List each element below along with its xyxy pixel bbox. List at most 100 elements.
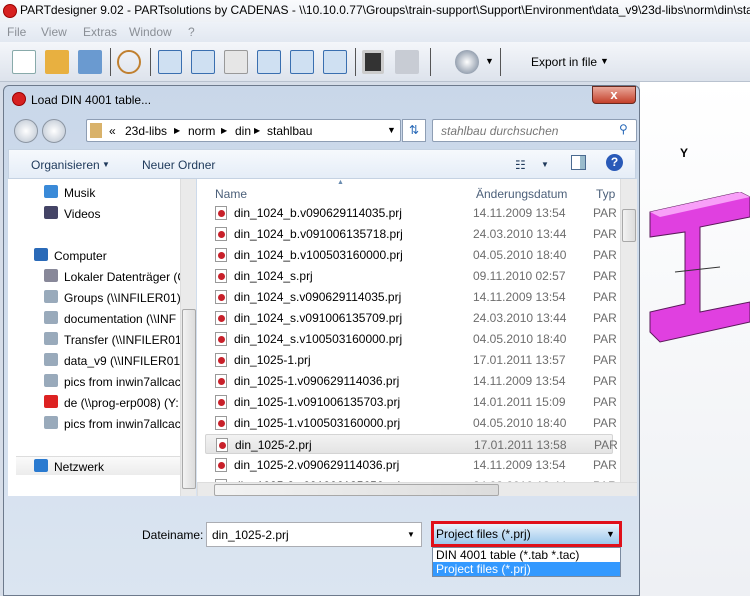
file-row[interactable]: din_1024_b.v090629114035.prj 14.11.2009 1…	[205, 203, 617, 223]
file-row[interactable]: din_1024_s.v090629114035.prj 14.11.2009 1…	[205, 287, 617, 307]
nav-item[interactable]: Videos	[8, 204, 183, 223]
column-header-date[interactable]: Änderungsdatum	[476, 187, 567, 201]
nav-item[interactable]: pics from inwin7allcac	[8, 372, 183, 391]
file-row[interactable]: din_1024_b.v100503160000.prj 04.05.2010 1…	[205, 245, 617, 265]
nav-item-label: Musik	[64, 186, 96, 200]
menu-help[interactable]: ?	[188, 25, 195, 39]
file-name: din_1024_s.prj	[234, 269, 313, 283]
chevron-down-icon[interactable]: ▼	[541, 160, 549, 169]
toolbar: ▼ Export in file ▼	[0, 42, 750, 82]
column-header-type[interactable]: Typ	[596, 187, 615, 201]
file-row[interactable]: din_1025-1.v090629114036.prj 14.11.2009 1…	[205, 371, 617, 391]
file-type-option-din-table[interactable]: DIN 4001 table (*.tab *.tac)	[433, 548, 620, 562]
file-type-select[interactable]: Project files (*.prj) ▼	[431, 521, 622, 547]
file-row[interactable]: din_1025-1.v091006135703.prj 14.01.2011 1…	[205, 392, 617, 412]
new-file-icon[interactable]	[12, 50, 36, 74]
column-header-name[interactable]: Name	[215, 187, 247, 201]
menu-extras[interactable]: Extras	[83, 25, 117, 39]
load-table-dialog: Load DIN 4001 table... x « 23d-libs ▶ no…	[3, 85, 640, 596]
traffic-light-icon[interactable]	[362, 50, 384, 74]
file-row[interactable]: din_1024_s.v100503160000.prj 04.05.2010 1…	[205, 329, 617, 349]
nav-item[interactable]: Musik	[8, 183, 183, 202]
chevron-down-icon[interactable]: ▼	[485, 56, 494, 66]
variable-icon[interactable]	[323, 50, 347, 74]
file-row[interactable]: din_1024_s.v091006135709.prj 24.03.2010 1…	[205, 308, 617, 328]
nav-item[interactable]: Computer	[8, 246, 183, 265]
menu-view[interactable]: View	[41, 25, 67, 39]
nav-item[interactable]: Lokaler Datenträger (C	[8, 267, 187, 286]
breadcrumb-stahlbau[interactable]: stahlbau	[267, 124, 312, 138]
forward-button[interactable]	[42, 119, 66, 143]
file-row[interactable]: din_1024_s.prj 09.11.2010 02:57 PAR	[205, 266, 617, 286]
menu-bar: File View Extras Window ?	[0, 22, 750, 42]
filename-input[interactable]: din_1025-2.prj ▼	[206, 522, 422, 547]
nav-item-label: Lokaler Datenträger (C	[64, 270, 187, 284]
file-type: PAR	[593, 416, 617, 430]
open-folder-icon[interactable]	[45, 50, 69, 74]
nav-scrollbar-thumb[interactable]	[182, 309, 196, 489]
nav-item[interactable]: data_v9 (\\INFILER01\	[8, 351, 183, 370]
help-icon[interactable]: ?	[606, 154, 623, 171]
chevron-down-icon[interactable]: ▼	[606, 529, 615, 539]
file-list: ▲ Name Änderungsdatum Typ din_1024_b.v09…	[197, 179, 637, 496]
chevron-down-icon[interactable]: ▼	[600, 56, 609, 66]
file-name: din_1025-1.v090629114036.prj	[234, 374, 400, 388]
file-date: 14.11.2009 13:54	[473, 290, 566, 304]
refresh-icon[interactable]: ⇅	[402, 119, 426, 142]
chevron-down-icon[interactable]: ▼	[387, 125, 396, 135]
bolt-icon[interactable]	[191, 50, 215, 74]
file-name: din_1024_s.v091006135709.prj	[234, 311, 403, 325]
breadcrumb-din[interactable]: din	[235, 124, 251, 138]
nav-item[interactable]: documentation (\\INF	[8, 309, 183, 328]
computer-icon	[34, 248, 48, 261]
nav-item[interactable]: pics from inwin7allcac	[8, 414, 183, 433]
file-row[interactable]: din_1024_b.v091006135718.prj 24.03.2010 1…	[205, 224, 617, 244]
menu-file[interactable]: File	[7, 25, 26, 39]
file-name: din_1025-2.prj	[235, 438, 312, 452]
address-bar[interactable]: « 23d-libs ▶ norm ▶ din ▶ stahlbau ▼	[86, 119, 401, 142]
file-list-vertical-scrollbar[interactable]	[620, 179, 637, 482]
file-row[interactable]: din_1025-2.prj 17.01.2011 13:58 PAR	[205, 434, 618, 454]
nav-item[interactable]: Transfer (\\INFILER01)	[8, 330, 186, 349]
file-type-option-project[interactable]: Project files (*.prj)	[433, 562, 620, 576]
horizontal-scrollbar-thumb[interactable]	[214, 484, 499, 496]
search-icon[interactable]: ⚲	[619, 122, 628, 136]
prj-file-icon	[215, 269, 227, 283]
3d-viewport[interactable]: Y	[640, 82, 750, 596]
file-row[interactable]: din_1025-1.v100503160000.prj 04.05.2010 1…	[205, 413, 617, 433]
breadcrumb-overflow[interactable]: «	[109, 124, 116, 138]
chevron-down-icon[interactable]: ▼	[102, 160, 110, 169]
glasses-icon[interactable]	[395, 50, 419, 74]
geometry-icon[interactable]	[224, 50, 248, 74]
chevron-down-icon[interactable]: ▼	[407, 530, 415, 539]
view-options-icon[interactable]: ☷	[515, 158, 526, 172]
grid-icon[interactable]	[290, 50, 314, 74]
organize-button[interactable]: Organisieren	[31, 158, 100, 172]
file-list-horizontal-scrollbar[interactable]	[197, 482, 637, 496]
sort-ascending-icon: ▲	[337, 179, 344, 186]
search-input[interactable]: stahlbau durchsuchen ⚲	[432, 119, 637, 142]
nav-item[interactable]: Netzwerk	[16, 456, 181, 475]
nav-item-label: pics from inwin7allcac	[64, 375, 181, 389]
file-row[interactable]: din_1025-2.v090629114036.prj 14.11.2009 1…	[205, 455, 617, 475]
cylinder-icon[interactable]	[455, 50, 479, 74]
close-button[interactable]: x	[592, 86, 636, 104]
file-type: PAR	[593, 311, 617, 325]
nav-item[interactable]: de (\\prog-erp008) (Y:	[8, 393, 183, 412]
search-magnifier-icon[interactable]	[117, 50, 141, 74]
preview-pane-icon[interactable]	[571, 155, 586, 170]
export-in-file-button[interactable]: Export in file	[531, 55, 597, 69]
breadcrumb-23d-libs[interactable]: 23d-libs	[125, 124, 167, 138]
back-button[interactable]	[14, 119, 38, 143]
nav-scrollbar[interactable]	[180, 179, 196, 496]
nav-item[interactable]: Groups (\\INFILER01)	[8, 288, 183, 307]
menu-window[interactable]: Window	[129, 25, 172, 39]
breadcrumb-norm[interactable]: norm	[188, 124, 215, 138]
new-folder-button[interactable]: Neuer Ordner	[142, 158, 215, 172]
file-row[interactable]: din_1025-1.prj 17.01.2011 13:57 PAR	[205, 350, 617, 370]
file-list-scrollbar-thumb[interactable]	[622, 209, 636, 242]
table-view-icon[interactable]	[158, 50, 182, 74]
prj-file-icon	[215, 353, 227, 367]
xyz-icon[interactable]	[257, 50, 281, 74]
save-icon[interactable]	[78, 50, 102, 74]
